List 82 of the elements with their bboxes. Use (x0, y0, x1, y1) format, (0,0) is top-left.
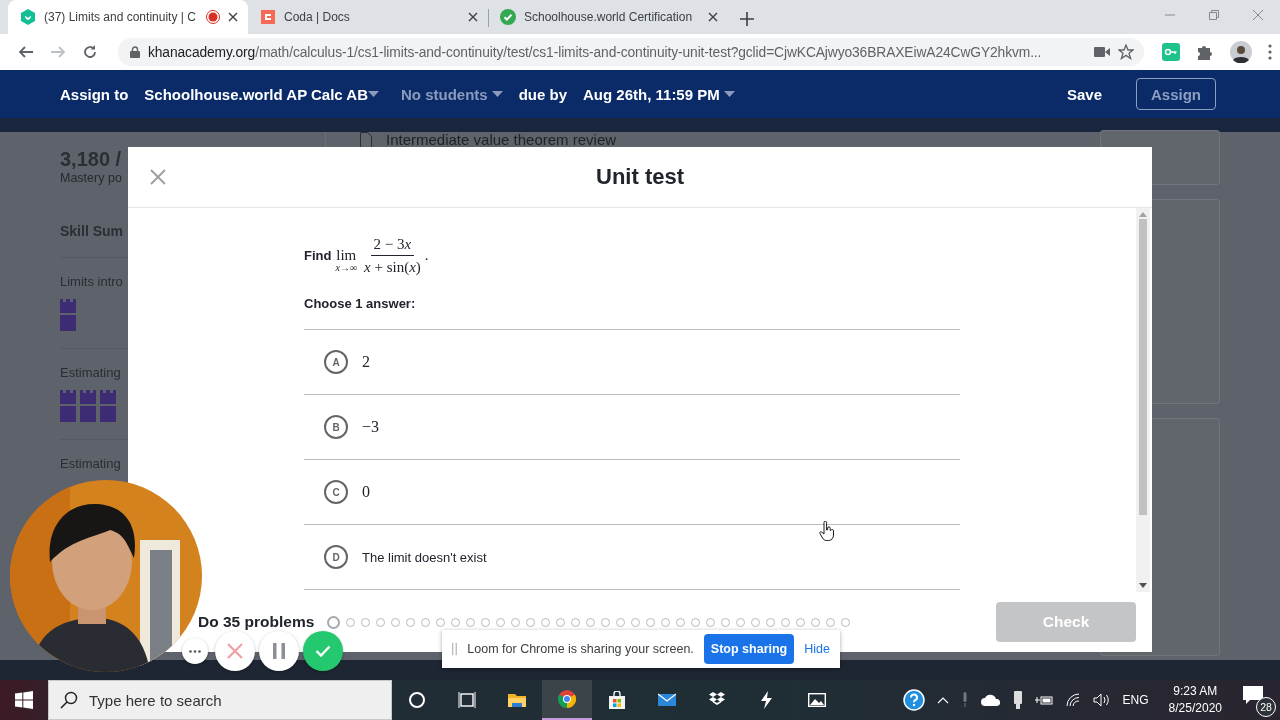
option-letter: D (324, 545, 348, 569)
menu-dots-icon[interactable] (1268, 44, 1272, 60)
task-view-icon[interactable] (458, 691, 476, 709)
scrollbar-thumb[interactable] (1139, 219, 1147, 515)
microphone-icon[interactable] (960, 692, 969, 708)
browser-tab[interactable]: (37) Limits and continuity | C (8, 0, 248, 34)
taskbar-search-field[interactable]: Type here to search (48, 680, 392, 720)
folder-icon[interactable] (508, 691, 526, 709)
help-icon[interactable] (902, 689, 925, 711)
search-icon (60, 691, 78, 709)
points-caption: Mastery po (60, 171, 122, 185)
puzzle-icon[interactable] (1196, 43, 1214, 61)
browser-tab[interactable]: Coda | Docs (248, 0, 488, 34)
sharing-message: Loom for Chrome is sharing your screen. (467, 642, 694, 656)
save-button[interactable]: Save (1066, 85, 1102, 103)
due-date-dropdown[interactable]: Aug 26th, 11:59 PM (583, 85, 735, 103)
limit-operator: lim (336, 248, 357, 263)
checkmark-icon (315, 645, 331, 657)
new-tab-icon[interactable] (740, 12, 754, 26)
video-camera-icon[interactable] (1094, 46, 1110, 58)
reload-icon[interactable] (82, 44, 98, 60)
option-letter: A (324, 350, 348, 374)
option-letter: C (324, 480, 348, 504)
chrome-icon[interactable] (558, 690, 576, 708)
restore-icon[interactable] (1208, 9, 1220, 21)
clock-date[interactable]: 8/25/2020 (1168, 700, 1222, 717)
clock-time[interactable]: 9:23 AM (1173, 683, 1218, 700)
document-icon (360, 132, 372, 148)
close-icon[interactable] (468, 12, 478, 22)
option-text: 0 (362, 483, 370, 501)
progress-label: Do 35 problems (198, 613, 315, 631)
windows-start-icon[interactable] (15, 691, 33, 709)
option-text: 2 (362, 353, 370, 371)
close-icon[interactable] (228, 12, 238, 22)
period: . (424, 247, 429, 264)
wifi-icon[interactable] (1064, 693, 1081, 707)
battery-plug-icon[interactable] (1034, 694, 1053, 706)
stop-sharing-button[interactable]: Stop sharing (703, 634, 795, 664)
assign-label: Assign to (60, 85, 129, 103)
close-icon (227, 643, 243, 659)
cortana-ring-icon[interactable] (408, 691, 426, 709)
cloud-icon[interactable] (980, 694, 1001, 706)
lock-icon (130, 46, 140, 58)
due-label: due by (518, 85, 567, 103)
drag-handle-icon[interactable] (452, 642, 458, 656)
image-icon[interactable] (808, 691, 826, 709)
browser-tab[interactable]: Schoolhouse.world Certification (488, 0, 728, 34)
check-circle-icon (500, 9, 516, 25)
option-letter: B (324, 415, 348, 439)
answer-option[interactable]: B −3 (304, 395, 960, 460)
limit-subscript: x→∞ (335, 263, 357, 273)
answer-option[interactable]: C 0 (304, 460, 960, 525)
chevron-up-icon[interactable] (936, 696, 949, 704)
back-arrow-icon[interactable] (18, 44, 34, 60)
pause-icon (273, 643, 285, 659)
hand-pointer-icon (819, 521, 835, 541)
app-logo-icon (260, 9, 276, 25)
store-bag-icon[interactable] (608, 691, 626, 709)
volume-icon[interactable] (1092, 693, 1111, 707)
dialog-title: Unit test (596, 164, 684, 190)
notification-count: 28 (1256, 697, 1276, 717)
mail-envelope-icon[interactable] (658, 691, 676, 709)
avatar-icon[interactable] (1230, 41, 1252, 63)
caret-icon (368, 91, 379, 97)
caret-icon (491, 91, 503, 97)
notification-icon[interactable] (1242, 685, 1264, 705)
fraction-denominator: x + sin(x) (363, 258, 422, 276)
scroll-down-icon[interactable] (1139, 583, 1147, 588)
star-icon[interactable] (1118, 44, 1134, 60)
caret-icon (723, 91, 735, 97)
more-dots-icon (189, 649, 201, 653)
fraction-numerator: 2 − 3x (370, 235, 415, 256)
answer-prompt: Choose 1 answer: (304, 296, 417, 311)
language-indicator[interactable]: ENG (1122, 693, 1149, 707)
answer-option[interactable]: A 2 (304, 330, 960, 395)
option-text: −3 (362, 418, 380, 436)
close-icon[interactable] (708, 12, 718, 22)
usb-drive-icon[interactable] (1012, 691, 1023, 709)
hide-link[interactable]: Hide (804, 642, 830, 656)
question-prefix: Find (304, 248, 332, 263)
option-text: The limit doesn't exist (362, 549, 487, 565)
class-dropdown[interactable]: Schoolhouse.world AP Calc AB (144, 85, 379, 103)
